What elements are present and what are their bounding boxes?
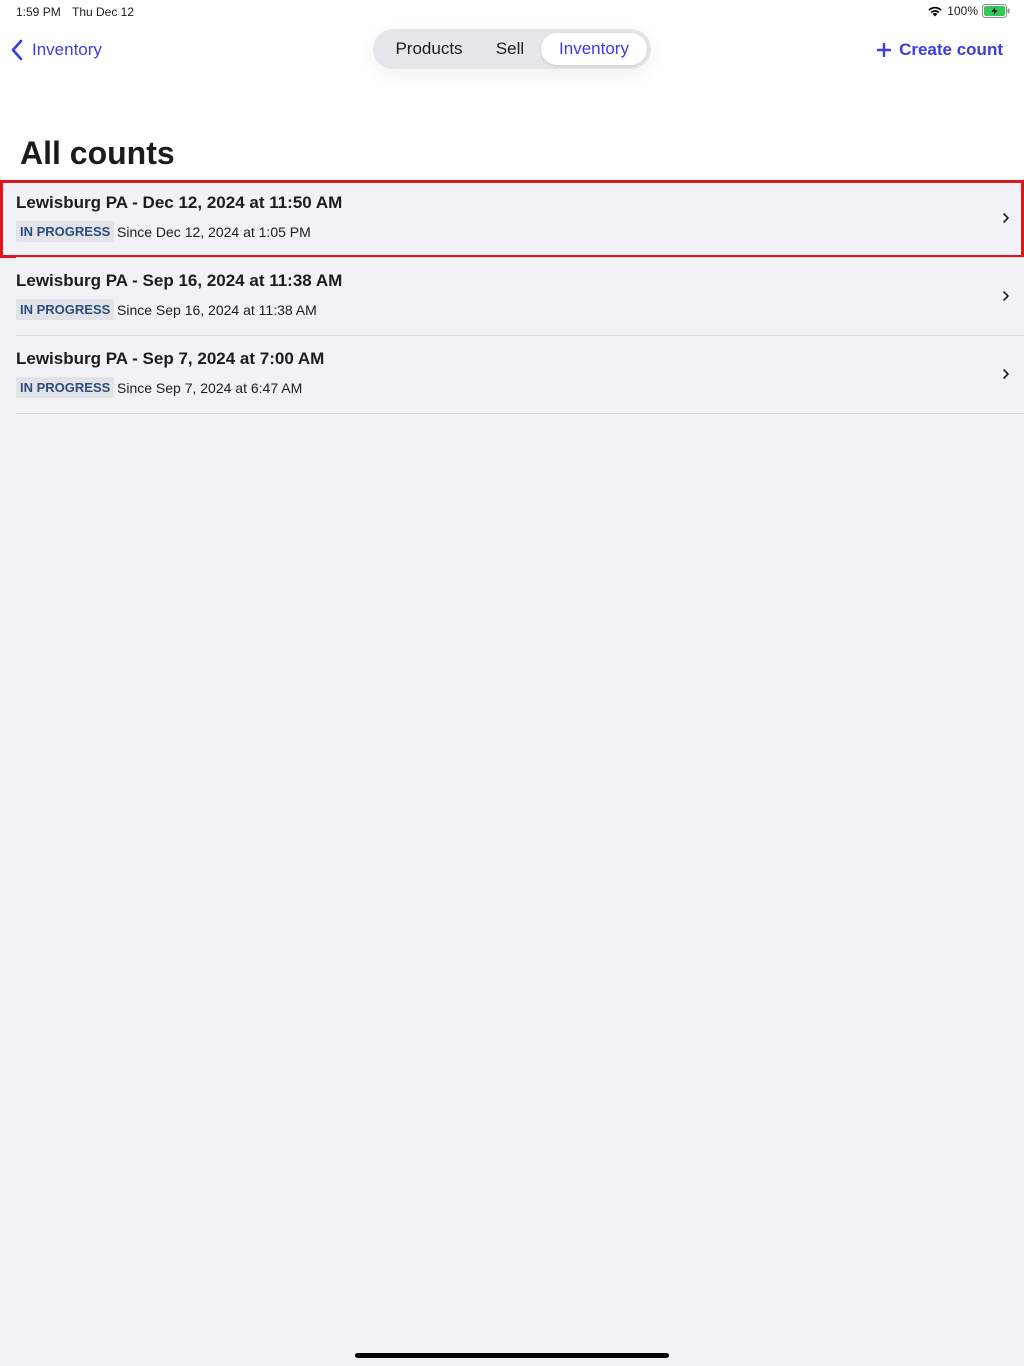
battery-percent: 100% [947,4,978,18]
wifi-icon [928,6,942,17]
status-time: 1:59 PM [16,5,61,19]
count-row[interactable]: Lewisburg PA - Sep 7, 2024 at 7:00 AM IN… [0,336,1024,414]
count-row[interactable]: Lewisburg PA - Dec 12, 2024 at 11:50 AM … [0,180,1024,258]
create-count-label: Create count [899,40,1003,59]
count-row[interactable]: Lewisburg PA - Sep 16, 2024 at 11:38 AM … [0,258,1024,336]
chevron-left-icon [11,39,23,61]
page-title: All counts [20,135,175,171]
chevron-right-icon [1003,213,1009,223]
count-title: Lewisburg PA - Dec 12, 2024 at 11:50 AM [16,193,343,212]
status-badge: IN PROGRESS [16,221,115,242]
plus-icon [877,43,892,57]
chevron-right-icon [1003,369,1009,379]
count-title: Lewisburg PA - Sep 7, 2024 at 7:00 AM [16,349,325,368]
segment-products[interactable]: Products [381,33,477,65]
count-since: Since Sep 16, 2024 at 11:38 AM [117,302,317,318]
count-since: Since Sep 7, 2024 at 6:47 AM [117,380,303,396]
segmented-control: Products Sell Inventory [373,29,651,69]
back-button[interactable]: Inventory [10,36,102,64]
back-label: Inventory [32,40,102,59]
count-since: Since Dec 12, 2024 at 1:05 PM [117,224,311,240]
create-count-button[interactable]: Create count [877,37,1003,63]
count-title: Lewisburg PA - Sep 16, 2024 at 11:38 AM [16,271,343,290]
segment-sell[interactable]: Sell [481,33,539,65]
chevron-right-icon [1003,291,1009,301]
count-list: Lewisburg PA - Dec 12, 2024 at 11:50 AM … [0,180,1024,414]
status-badge: IN PROGRESS [16,299,115,320]
status-bar: 1:59 PM Thu Dec 12 100% [0,0,1024,24]
status-badge: IN PROGRESS [16,377,115,398]
battery-charging-icon [982,4,1010,18]
status-date: Thu Dec 12 [72,5,135,19]
segment-inventory[interactable]: Inventory [541,33,647,65]
row-divider [16,413,1024,414]
home-indicator[interactable] [355,1353,669,1358]
status-indicators: 100% [927,4,1010,18]
